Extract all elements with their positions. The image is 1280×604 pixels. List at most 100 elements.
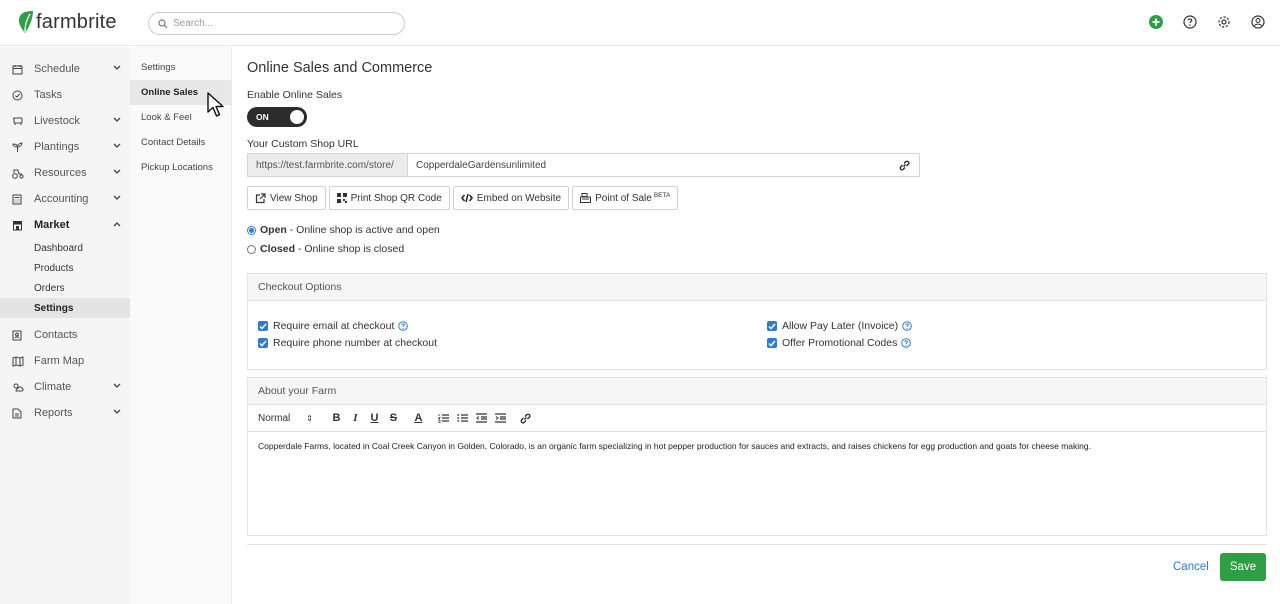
calendar-icon	[12, 63, 24, 75]
left-sidebar: Schedule Tasks Livestock Plantings Resou…	[0, 47, 130, 604]
calculator-icon	[12, 193, 24, 205]
strikethrough-icon[interactable]: S	[386, 411, 401, 426]
help-circle-icon[interactable]	[398, 321, 409, 331]
require-phone-checkbox[interactable]	[258, 338, 268, 348]
tractor-icon	[12, 167, 24, 179]
sidebar-item-farm-map[interactable]: Farm Map	[0, 348, 130, 374]
subnav-item-settings[interactable]: Settings	[130, 55, 231, 80]
farmbrite-logo[interactable]: farmbrite	[16, 10, 117, 34]
store-icon	[12, 219, 24, 231]
sidebar-subitem-products[interactable]: Products	[0, 258, 130, 278]
subnav-item-contact-details[interactable]: Contact Details	[130, 130, 231, 155]
print-qr-button[interactable]: Print Shop QR Code	[328, 186, 450, 210]
embed-website-label: Embed on Website	[476, 192, 562, 204]
sidebar-item-reports[interactable]: Reports	[0, 400, 130, 426]
text-format-select[interactable]: Normal ⇕	[258, 413, 313, 424]
chevron-down-icon	[113, 143, 121, 149]
status-open-title: Open	[260, 224, 287, 236]
text-format-value: Normal	[258, 412, 291, 424]
sidebar-item-market[interactable]: Market	[0, 212, 130, 238]
sidebar-item-label: Resources	[34, 167, 87, 179]
allow-pay-later-checkbox[interactable]	[767, 321, 777, 331]
text-color-icon[interactable]: A	[411, 411, 426, 426]
embed-website-button[interactable]: Embed on Website	[452, 186, 570, 210]
add-circle-icon[interactable]	[1148, 14, 1164, 30]
sidebar-item-contacts[interactable]: Contacts	[0, 322, 130, 348]
save-button[interactable]: Save	[1220, 553, 1266, 581]
chevron-down-icon	[113, 65, 121, 71]
help-circle-icon[interactable]	[901, 338, 912, 348]
help-icon[interactable]	[1182, 14, 1198, 30]
subnav-item-pickup-locations[interactable]: Pickup Locations	[130, 155, 231, 180]
allow-pay-later-label: Allow Pay Later (Invoice)	[782, 320, 899, 332]
require-email-checkbox[interactable]	[258, 321, 268, 331]
search-input[interactable]	[173, 18, 393, 29]
external-link-icon	[255, 192, 266, 204]
sidebar-item-label: Contacts	[34, 329, 78, 341]
ordered-list-icon[interactable]	[436, 411, 451, 426]
enable-online-sales-toggle[interactable]: ON	[247, 107, 307, 127]
require-email-option[interactable]: Require email at checkout	[258, 320, 409, 332]
sidebar-item-label: Farm Map	[34, 355, 85, 367]
qr-code-icon	[336, 193, 347, 203]
require-email-label: Require email at checkout	[273, 320, 395, 332]
about-farm-editor[interactable]: Copperdale Farms, located in Coal Creek …	[248, 432, 1266, 535]
link-icon[interactable]	[889, 154, 919, 176]
about-farm-header: About your Farm	[248, 378, 1266, 405]
sidebar-item-label: Schedule	[34, 63, 80, 75]
map-icon	[12, 355, 24, 367]
status-closed-title: Closed	[260, 243, 296, 255]
report-icon	[12, 407, 24, 419]
mouse-pointer-icon	[206, 92, 226, 118]
check-circle-icon	[12, 89, 24, 101]
sidebar-item-label: Market	[34, 219, 70, 231]
underline-icon[interactable]: U	[367, 411, 382, 426]
sidebar-subitem-orders[interactable]: Orders	[0, 278, 130, 298]
status-closed-option[interactable]: Closed - Online shop is closed	[247, 243, 404, 255]
code-icon	[460, 193, 473, 203]
account-icon[interactable]	[1250, 14, 1266, 30]
outdent-icon[interactable]	[474, 411, 489, 426]
view-shop-button[interactable]: View Shop	[247, 186, 326, 210]
promo-codes-checkbox[interactable]	[767, 338, 777, 348]
bold-icon[interactable]: B	[329, 411, 344, 426]
sidebar-subitem-settings[interactable]: Settings	[0, 298, 130, 318]
sidebar-item-resources[interactable]: Resources	[0, 160, 130, 186]
shop-url-input[interactable]	[408, 154, 889, 176]
sidebar-item-plantings[interactable]: Plantings	[0, 134, 130, 160]
require-phone-option[interactable]: Require phone number at checkout	[258, 337, 437, 349]
status-open-option[interactable]: Open - Online shop is active and open	[247, 224, 440, 236]
status-open-radio[interactable]	[247, 225, 256, 235]
settings-gear-icon[interactable]	[1216, 14, 1232, 30]
bullet-list-icon[interactable]	[455, 411, 470, 426]
help-circle-icon[interactable]	[902, 321, 912, 331]
allow-pay-later-option[interactable]: Allow Pay Later (Invoice)	[767, 320, 912, 332]
indent-icon[interactable]	[493, 411, 508, 426]
sidebar-item-schedule[interactable]: Schedule	[0, 56, 130, 82]
chevron-down-icon	[113, 117, 121, 123]
search-box[interactable]	[148, 12, 405, 35]
sidebar-subitem-dashboard[interactable]: Dashboard	[0, 238, 130, 258]
view-shop-label: View Shop	[270, 192, 318, 204]
sidebar-item-accounting[interactable]: Accounting	[0, 186, 130, 212]
point-of-sale-label: Point of Sale	[595, 192, 652, 204]
shop-url-prefix: https://test.farmbrite.com/store/	[248, 154, 408, 176]
promo-codes-option[interactable]: Offer Promotional Codes	[767, 337, 912, 349]
editor-toolbar: Normal ⇕ B I U S A	[248, 405, 1266, 432]
toggle-state-text: ON	[256, 112, 269, 122]
print-qr-label: Print Shop QR Code	[350, 192, 442, 204]
sidebar-item-livestock[interactable]: Livestock	[0, 108, 130, 134]
sidebar-item-tasks[interactable]: Tasks	[0, 82, 130, 108]
italic-icon[interactable]: I	[348, 411, 363, 426]
footer-divider	[247, 544, 1267, 545]
cancel-button[interactable]: Cancel	[1173, 561, 1209, 573]
sprout-icon	[12, 141, 24, 153]
status-closed-radio[interactable]	[247, 244, 256, 254]
cash-register-icon	[580, 193, 592, 203]
insert-link-icon[interactable]	[518, 411, 533, 426]
chevron-down-icon	[113, 409, 121, 415]
sidebar-item-climate[interactable]: Climate	[0, 374, 130, 400]
chevron-down-icon	[113, 383, 121, 389]
contact-card-icon	[12, 329, 24, 341]
point-of-sale-button[interactable]: Point of Sale BETA	[572, 186, 679, 210]
